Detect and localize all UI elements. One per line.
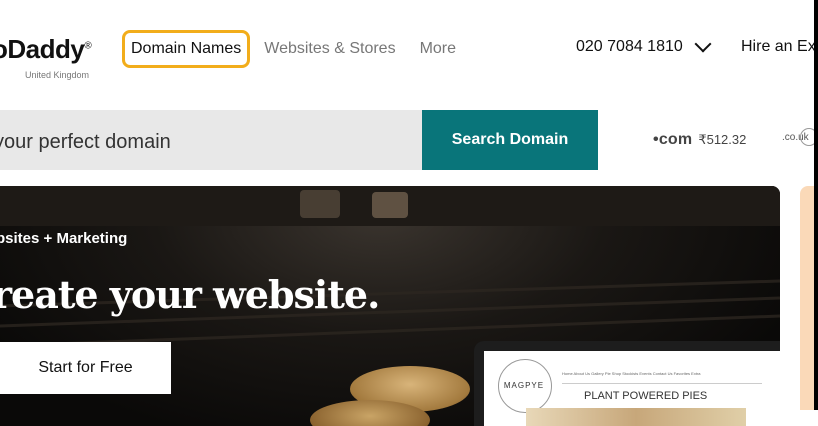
hero-title: reate your website. <box>0 272 380 317</box>
phone-dropdown[interactable]: 020 7084 1810 <box>576 35 712 56</box>
magpye-brand: MAGPYE <box>503 381 545 390</box>
start-for-free-button[interactable]: Start for Free <box>0 342 171 394</box>
logo-region: United Kingdom <box>25 70 90 80</box>
logo-text: oDaddy <box>0 34 85 64</box>
hire-expert-link[interactable]: Hire an Exp <box>741 38 818 56</box>
magpye-headline: PLANT POWERED PIES <box>584 390 708 402</box>
nav-domain-names[interactable]: Domain Names <box>122 30 251 68</box>
window-edge <box>814 0 818 410</box>
nav-more[interactable]: More <box>420 30 456 68</box>
chevron-down-icon <box>694 35 712 53</box>
hero-banner: bsites + Marketing reate your website. S… <box>0 186 780 426</box>
tld-couk: .co.uk <box>782 126 818 154</box>
logo-trademark: ® <box>84 40 92 52</box>
laptop-mockup: MAGPYE Home About Us Gallery Pie Shop St… <box>474 341 780 426</box>
magpye-nav: Home About Us Gallery Pie Shop Stockists… <box>562 371 701 376</box>
search-domain-button[interactable]: Search Domain <box>422 110 598 170</box>
search-placeholder: your perfect domain <box>0 131 171 153</box>
phone-number: 020 7084 1810 <box>576 38 683 55</box>
divider <box>562 383 762 384</box>
hero-eyebrow: bsites + Marketing <box>0 230 128 247</box>
tld-com: •com ₹512.32 <box>653 131 746 149</box>
nav-websites-stores[interactable]: Websites & Stores <box>264 30 395 68</box>
tld-com-name: •com <box>653 131 693 148</box>
magpye-hero-image <box>526 408 746 426</box>
laptop-screen: MAGPYE Home About Us Gallery Pie Shop St… <box>484 351 780 426</box>
main-nav: Domain Names Websites & Stores More <box>122 30 456 68</box>
tld-com-price: ₹512.32 <box>698 132 747 147</box>
